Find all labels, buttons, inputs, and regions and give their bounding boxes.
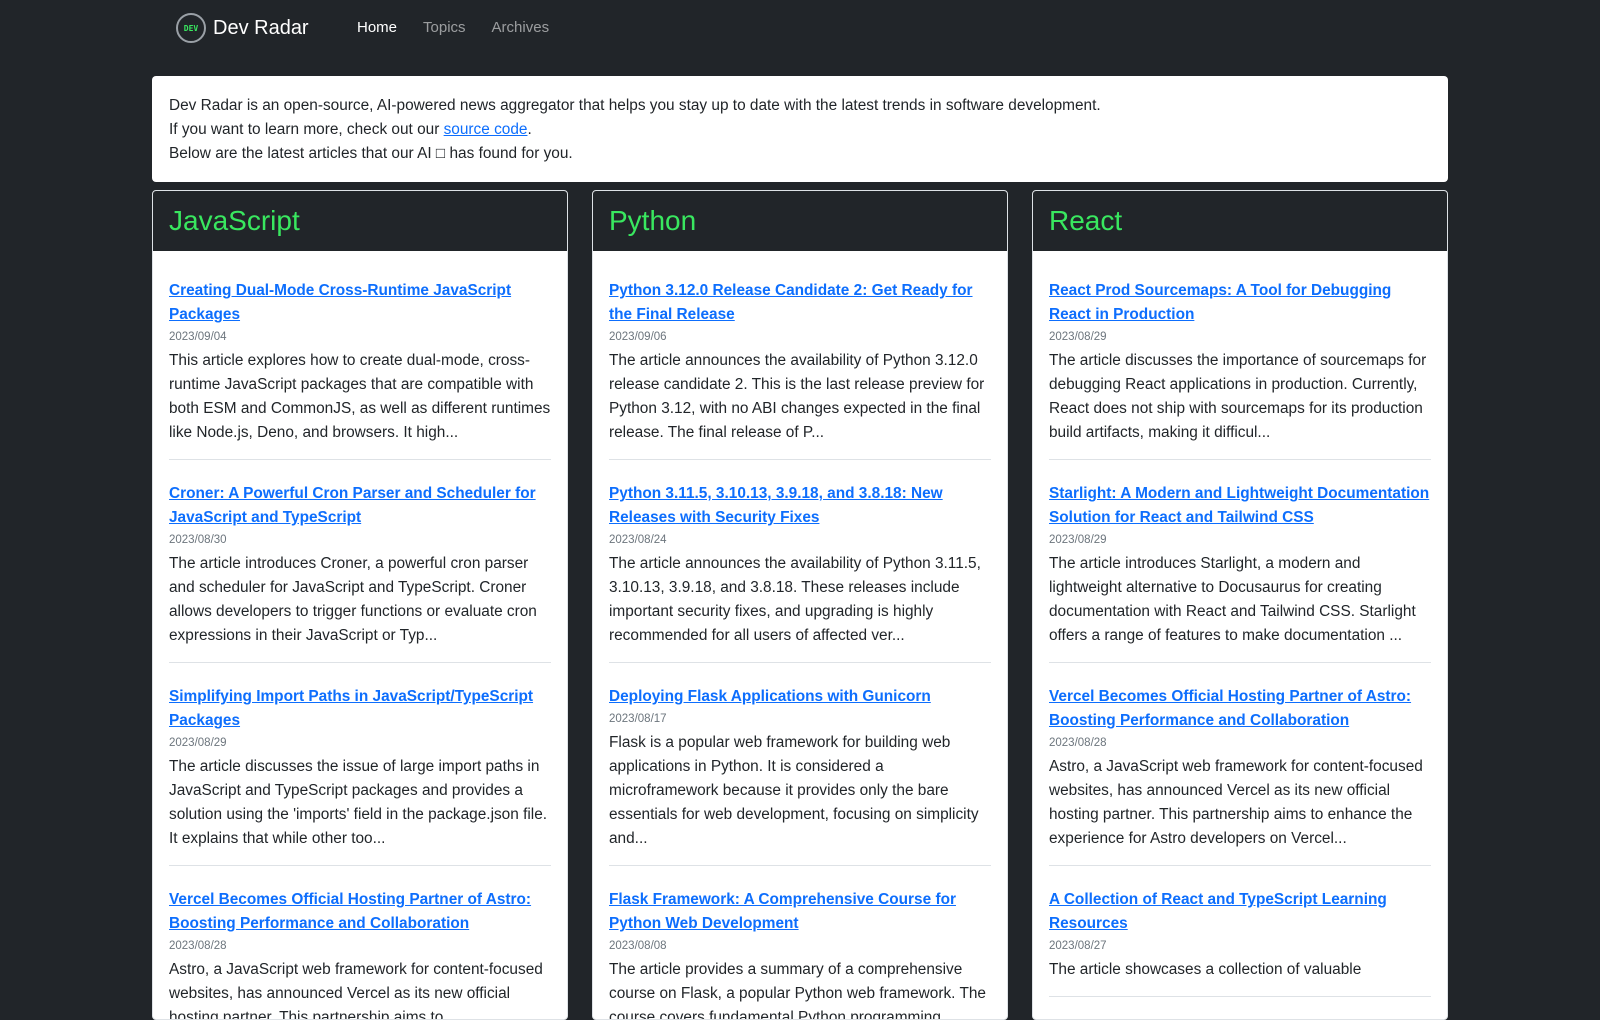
article-title-link[interactable]: Deploying Flask Applications with Gunico…	[609, 685, 991, 709]
nav-home-link[interactable]: Home	[357, 18, 397, 37]
brand-name: Dev Radar	[213, 16, 309, 39]
top-navbar: DEV Dev Radar Home Topics Archives	[0, 0, 1600, 56]
article-card: Vercel Becomes Official Hosting Partner …	[169, 888, 551, 1020]
article-card: Croner: A Powerful Cron Parser and Sched…	[169, 482, 551, 663]
article-title-link[interactable]: Croner: A Powerful Cron Parser and Sched…	[169, 482, 551, 530]
article-list: React Prod Sourcemaps: A Tool for Debugg…	[1033, 251, 1447, 997]
article-date: 2023/08/29	[1049, 534, 1107, 546]
article-date: 2023/09/06	[609, 331, 667, 343]
article-date: 2023/08/28	[1049, 737, 1107, 749]
topic-column-javascript: JavaScript Creating Dual-Mode Cross-Runt…	[152, 190, 568, 1020]
article-summary: Astro, a JavaScript web framework for co…	[1049, 758, 1423, 847]
article-title-link[interactable]: Vercel Becomes Official Hosting Partner …	[1049, 685, 1431, 733]
article-summary: This article explores how to create dual…	[169, 352, 551, 441]
source-code-link[interactable]: source code	[444, 121, 528, 138]
article-card: Python 3.11.5, 3.10.13, 3.9.18, and 3.8.…	[609, 482, 991, 663]
intro-line-2-text: If you want to learn more, check out our	[169, 121, 444, 138]
article-card: A Collection of React and TypeScript Lea…	[1049, 888, 1431, 997]
article-list: Creating Dual-Mode Cross-Runtime JavaScr…	[153, 251, 567, 1020]
article-card: Starlight: A Modern and Lightweight Docu…	[1049, 482, 1431, 663]
article-title-link[interactable]: A Collection of React and TypeScript Lea…	[1049, 888, 1431, 936]
article-summary: The article provides a summary of a comp…	[609, 961, 986, 1020]
article-date: 2023/08/24	[609, 534, 667, 546]
article-title-link[interactable]: Python 3.11.5, 3.10.13, 3.9.18, and 3.8.…	[609, 482, 991, 530]
article-title-link[interactable]: React Prod Sourcemaps: A Tool for Debugg…	[1049, 279, 1431, 327]
article-card: Flask Framework: A Comprehensive Course …	[609, 888, 991, 1020]
intro-line-3: Below are the latest articles that our A…	[169, 145, 573, 162]
article-summary: The article announces the availability o…	[609, 352, 985, 441]
article-title-link[interactable]: Python 3.12.0 Release Candidate 2: Get R…	[609, 279, 991, 327]
article-summary: Flask is a popular web framework for bui…	[609, 734, 979, 847]
article-summary: Astro, a JavaScript web framework for co…	[169, 961, 543, 1020]
article-summary: The article discusses the importance of …	[1049, 352, 1427, 441]
column-title[interactable]: Python	[593, 191, 1007, 251]
article-date: 2023/08/08	[609, 940, 667, 952]
article-date: 2023/08/29	[1049, 331, 1107, 343]
nav-archives-link[interactable]: Archives	[492, 18, 550, 37]
article-title-link[interactable]: Creating Dual-Mode Cross-Runtime JavaScr…	[169, 279, 551, 327]
article-date: 2023/08/28	[169, 940, 227, 952]
article-title-link[interactable]: Flask Framework: A Comprehensive Course …	[609, 888, 991, 936]
article-card: React Prod Sourcemaps: A Tool for Debugg…	[1049, 279, 1431, 460]
article-card: Creating Dual-Mode Cross-Runtime JavaScr…	[169, 279, 551, 460]
article-card: Deploying Flask Applications with Gunico…	[609, 685, 991, 866]
nav-topics-link[interactable]: Topics	[423, 18, 466, 37]
article-date: 2023/08/29	[169, 737, 227, 749]
intro-line-1: Dev Radar is an open-source, AI-powered …	[169, 97, 1101, 114]
intro-line-2: If you want to learn more, check out our…	[169, 118, 1431, 142]
column-title[interactable]: JavaScript	[153, 191, 567, 251]
article-summary: The article showcases a collection of va…	[1049, 961, 1362, 978]
article-date: 2023/08/30	[169, 534, 227, 546]
intro-card: Dev Radar is an open-source, AI-powered …	[152, 76, 1448, 182]
article-title-link[interactable]: Starlight: A Modern and Lightweight Docu…	[1049, 482, 1431, 530]
topic-column-react: React React Prod Sourcemaps: A Tool for …	[1032, 190, 1448, 1020]
article-summary: The article introduces Croner, a powerfu…	[169, 555, 537, 644]
article-date: 2023/09/04	[169, 331, 227, 343]
article-title-link[interactable]: Simplifying Import Paths in JavaScript/T…	[169, 685, 551, 733]
dev-logo-icon: DEV	[176, 13, 206, 43]
intro-line-2-period: .	[527, 121, 532, 138]
article-card: Vercel Becomes Official Hosting Partner …	[1049, 685, 1431, 866]
article-summary: The article discusses the issue of large…	[169, 758, 548, 847]
nav-links: Home Topics Archives	[357, 18, 575, 37]
brand-home-link[interactable]: DEV Dev Radar	[176, 12, 309, 44]
article-card: Python 3.12.0 Release Candidate 2: Get R…	[609, 279, 991, 460]
article-date: 2023/08/27	[1049, 940, 1107, 952]
article-summary: The article introduces Starlight, a mode…	[1049, 555, 1416, 644]
article-card: Simplifying Import Paths in JavaScript/T…	[169, 685, 551, 866]
article-title-link[interactable]: Vercel Becomes Official Hosting Partner …	[169, 888, 551, 936]
article-summary: The article announces the availability o…	[609, 555, 981, 644]
column-title[interactable]: React	[1033, 191, 1447, 251]
article-date: 2023/08/17	[609, 713, 667, 725]
topic-column-python: Python Python 3.12.0 Release Candidate 2…	[592, 190, 1008, 1020]
article-list: Python 3.12.0 Release Candidate 2: Get R…	[593, 251, 1007, 1020]
